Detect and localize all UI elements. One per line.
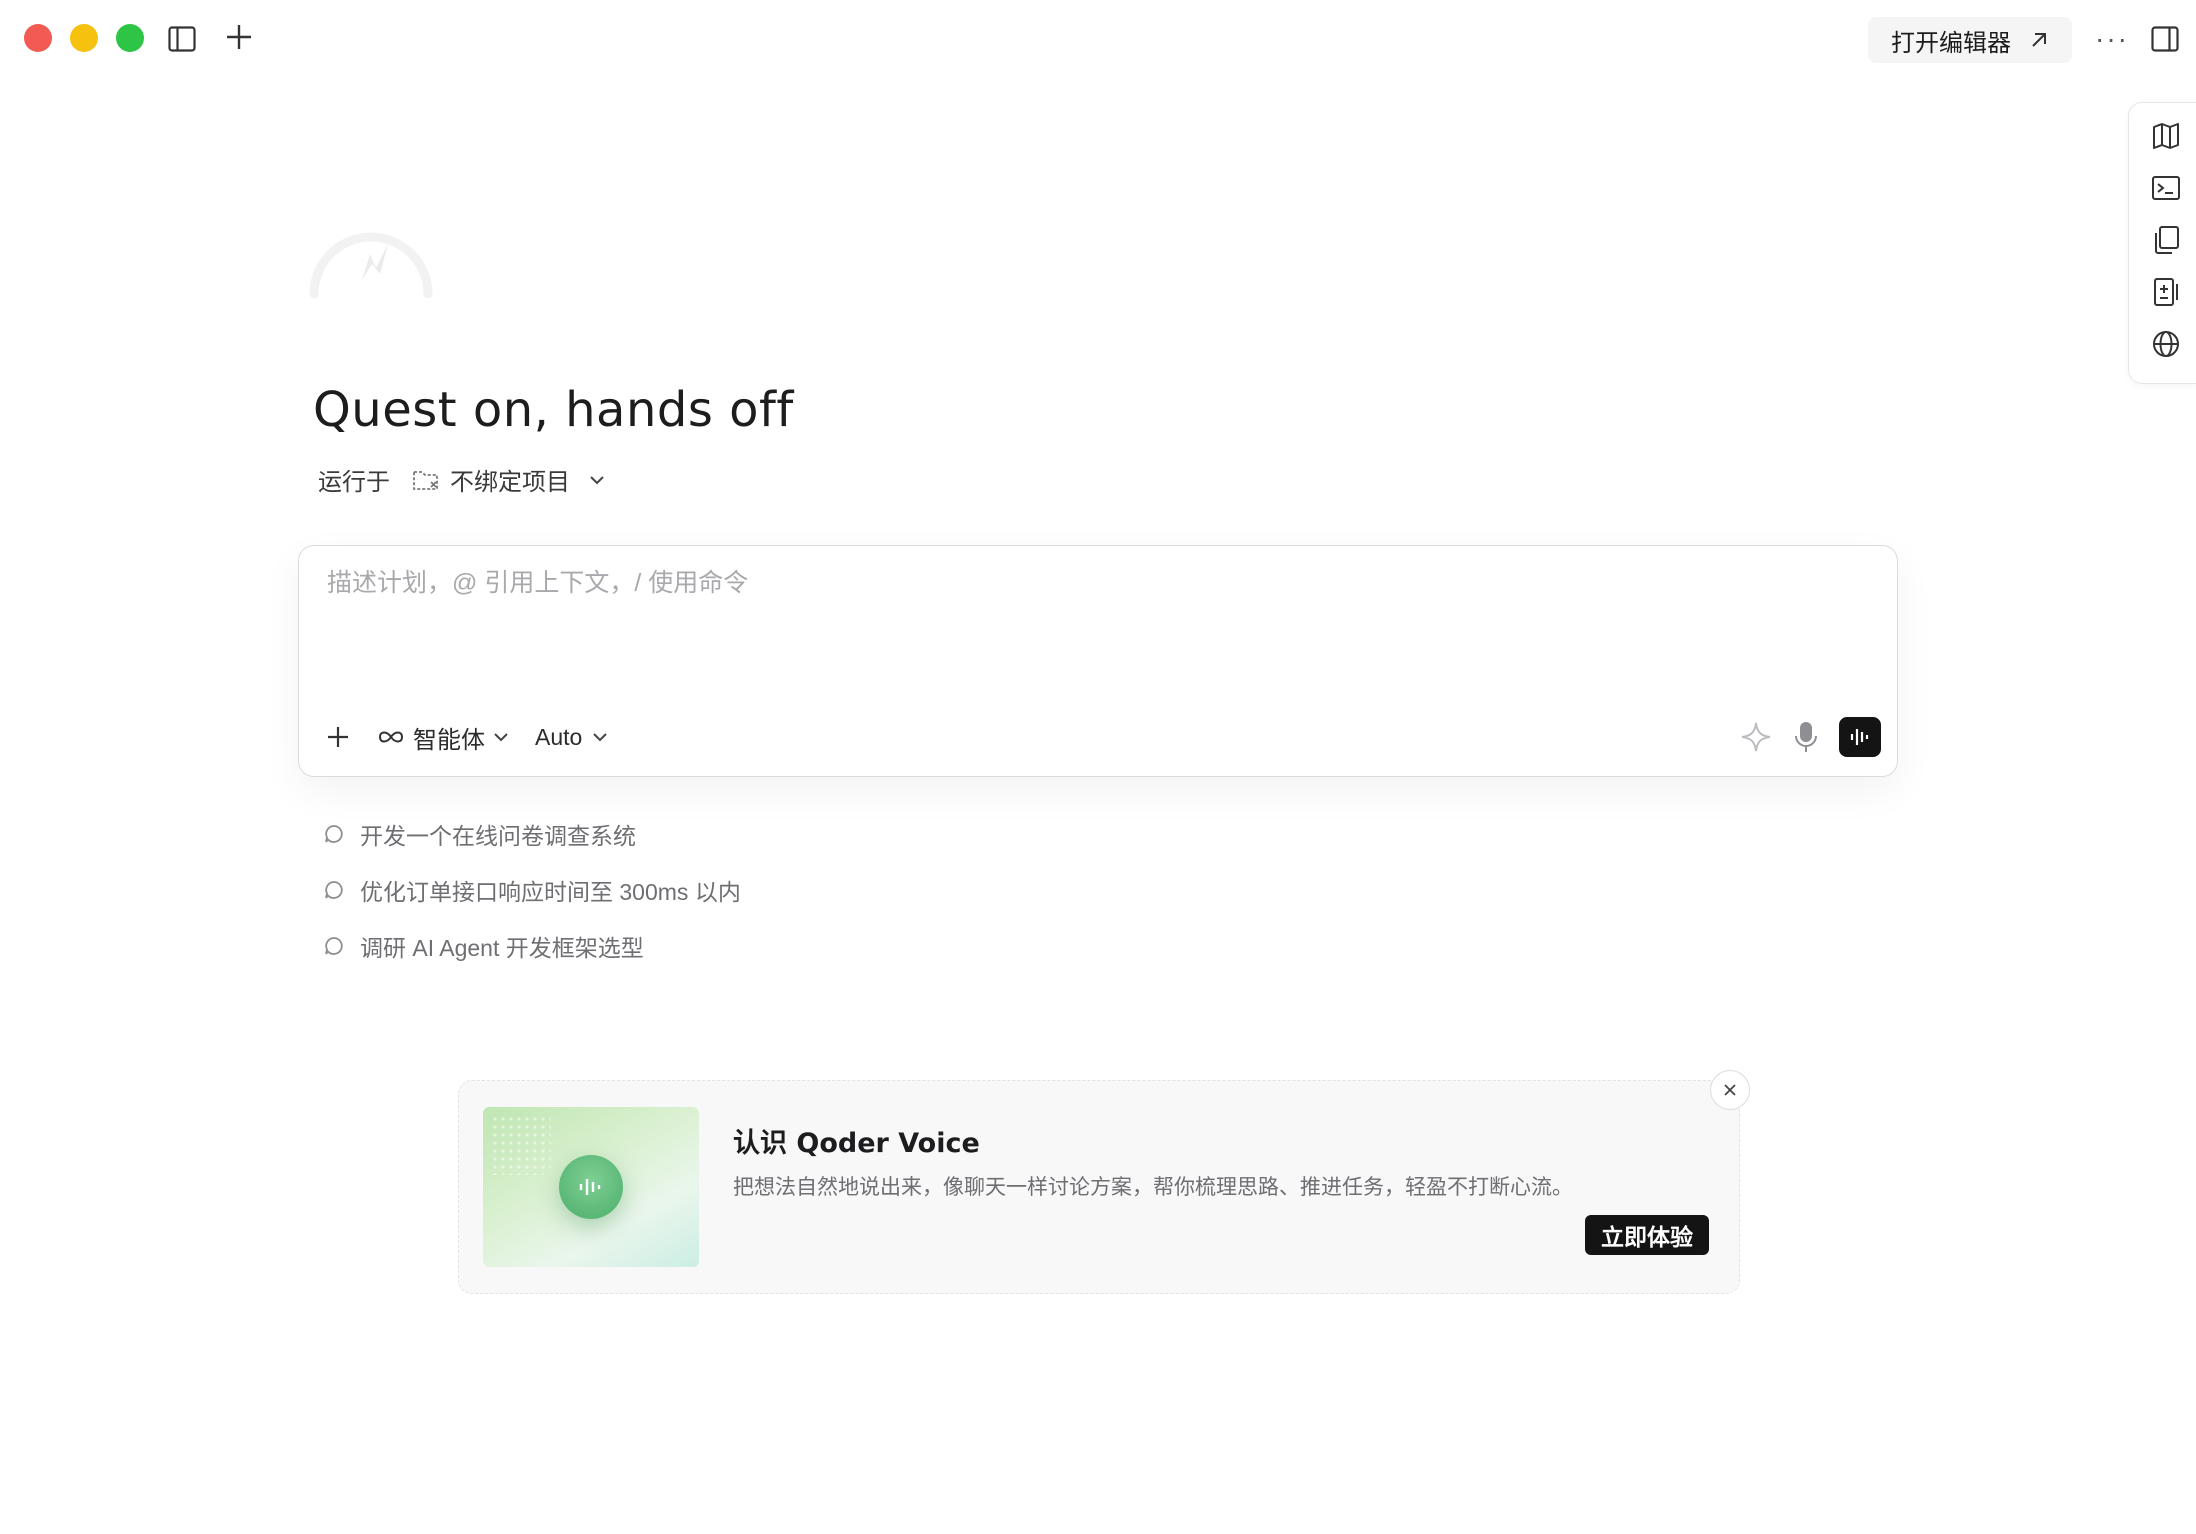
open-editor-label: 打开编辑器: [1891, 29, 2011, 57]
close-promo-icon[interactable]: [1710, 1070, 1750, 1110]
prompt-input[interactable]: [325, 568, 1869, 599]
new-tab-plus-icon[interactable]: [222, 20, 256, 54]
add-attachment-plus-icon[interactable]: [323, 722, 353, 752]
suggestion-text: 优化订单接口响应时间至 300ms 以内: [360, 879, 741, 905]
app-window: 打开编辑器 ··· Quest on, hands off 运行于 不绑定项目 …: [0, 0, 2196, 1534]
more-options-icon[interactable]: ···: [2090, 22, 2134, 56]
more-options-label: ···: [2095, 23, 2129, 54]
open-editor-button[interactable]: 打开编辑器: [1868, 17, 2072, 63]
voice-orb-icon: [559, 1155, 623, 1219]
composer-toolbar: 智能体 Auto: [319, 716, 1881, 758]
close-window-button[interactable]: [24, 24, 52, 52]
try-now-button[interactable]: 立即体验: [1585, 1215, 1709, 1255]
agent-mode-selector[interactable]: 智能体: [377, 720, 509, 755]
tool-rail: [2128, 102, 2196, 384]
maximize-window-button[interactable]: [116, 24, 144, 52]
model-selector[interactable]: Auto: [535, 724, 608, 751]
microphone-icon[interactable]: [1793, 720, 1819, 754]
map-icon[interactable]: [2149, 119, 2183, 153]
suggestion-item[interactable]: 开发一个在线问卷调查系统: [322, 806, 741, 862]
chevron-down-icon: [494, 733, 508, 742]
composer-right-tools: [1739, 717, 1881, 757]
terminal-icon[interactable]: [2149, 171, 2183, 205]
arrow-up-right-icon: [2032, 33, 2046, 47]
right-panel-toggle-icon[interactable]: [2148, 22, 2182, 56]
page-title: Quest on, hands off: [313, 382, 794, 438]
quest-logo-icon: [308, 208, 434, 299]
run-target-prefix: 运行于: [318, 469, 390, 496]
promo-title: 认识 Qoder Voice: [733, 1128, 980, 1159]
globe-icon[interactable]: [2149, 327, 2183, 361]
document-diff-icon[interactable]: [2149, 275, 2183, 309]
suggestion-text: 调研 AI Agent 开发框架选型: [360, 935, 644, 961]
model-label: Auto: [535, 723, 583, 750]
waveform-icon: [1850, 729, 1869, 745]
chat-bubble-icon: [322, 878, 346, 902]
suggestion-item[interactable]: 调研 AI Agent 开发框架选型: [322, 918, 741, 974]
prompt-composer: 智能体 Auto: [298, 545, 1898, 777]
project-selector[interactable]: 不绑定项目: [450, 462, 570, 497]
minimize-window-button[interactable]: [70, 24, 98, 52]
voice-mode-button[interactable]: [1839, 717, 1881, 757]
sparkle-icon[interactable]: [1739, 720, 1773, 754]
voice-promo-card: 认识 Qoder Voice 把想法自然地说出来，像聊天一样讨论方案，帮你梳理思…: [458, 1080, 1740, 1294]
folder-icon: [412, 468, 440, 492]
infinity-icon: [378, 731, 404, 743]
voice-promo-thumbnail: [483, 1107, 699, 1267]
dot-pattern: [491, 1115, 551, 1175]
chat-bubble-icon: [322, 934, 346, 958]
agent-mode-label: 智能体: [413, 726, 485, 754]
suggestion-item[interactable]: 优化订单接口响应时间至 300ms 以内: [322, 862, 741, 918]
promo-description: 把想法自然地说出来，像聊天一样讨论方案，帮你梳理思路、推进任务，轻盈不打断心流。: [733, 1176, 1573, 1199]
suggestion-list: 开发一个在线问卷调查系统 优化订单接口响应时间至 300ms 以内 调研 AI …: [322, 806, 741, 974]
chevron-down-icon[interactable]: [588, 474, 606, 486]
run-target-row: 运行于 不绑定项目: [318, 462, 606, 497]
chat-bubble-icon: [322, 822, 346, 846]
copy-icon[interactable]: [2149, 223, 2183, 257]
sidebar-toggle-icon[interactable]: [165, 22, 199, 56]
chevron-down-icon: [593, 733, 608, 742]
suggestion-text: 开发一个在线问卷调查系统: [360, 823, 636, 849]
